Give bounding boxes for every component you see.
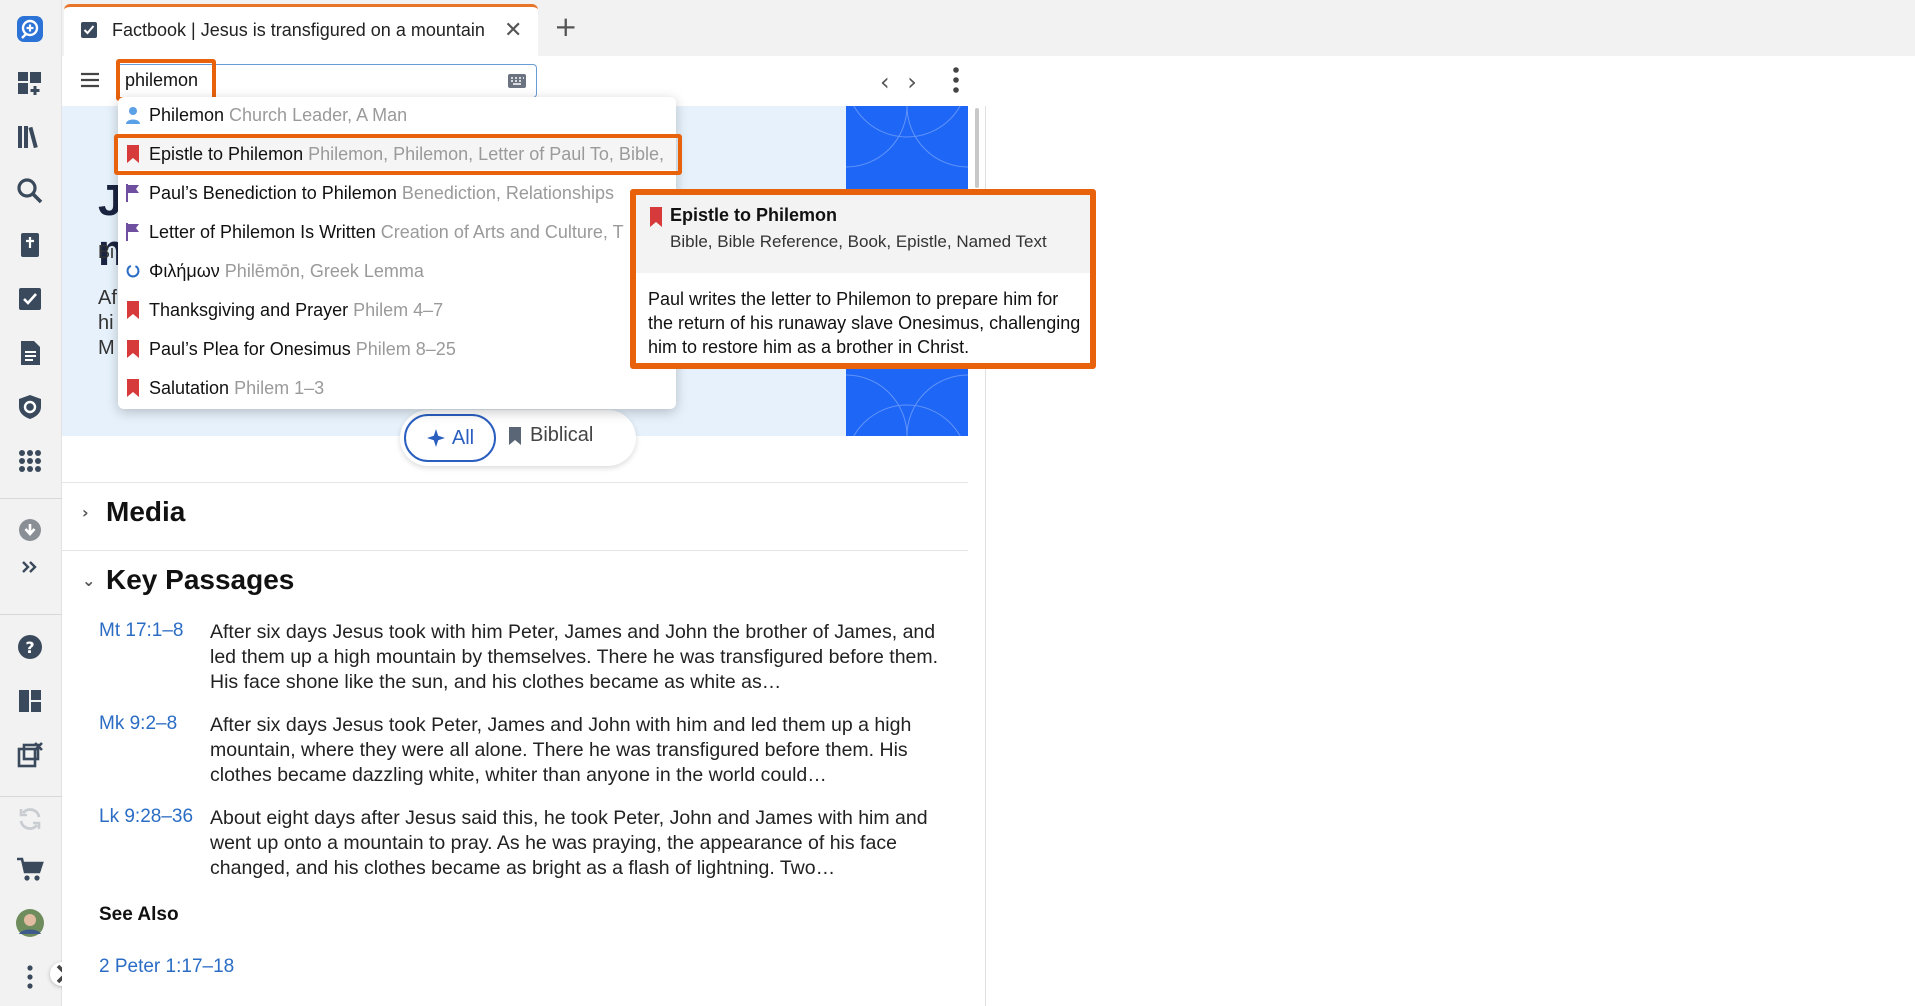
tooltip-header: Epistle to Philemon Bible, Bible Referen… <box>636 195 1090 273</box>
suggestion-item[interactable]: Thanksgiving and Prayer Philem 4–7 <box>118 294 676 326</box>
passage-ref-link[interactable]: Mk 9:2–8 <box>99 713 177 735</box>
red-bookmark-icon <box>126 301 140 319</box>
scrollbar[interactable] <box>975 108 979 188</box>
selected-suggestion-highlight <box>114 134 682 175</box>
sync-icon[interactable] <box>11 800 49 838</box>
suggestion-item[interactable]: Salutation Philem 1–3 <box>118 372 676 404</box>
rail-divider <box>0 498 62 499</box>
tab-title: Factbook | Jesus is transfigured on a mo… <box>112 20 485 40</box>
guides-icon[interactable] <box>11 388 49 426</box>
passage-ref-link[interactable]: Mt 17:1–8 <box>99 620 184 642</box>
logos-home-icon[interactable] <box>11 10 49 48</box>
rail-divider-3 <box>0 796 62 797</box>
forward-button[interactable]: › <box>907 68 917 96</box>
article-subtitle: Bi <box>98 242 115 262</box>
chevron-right-icon: › <box>82 502 89 522</box>
help-icon[interactable]: ? <box>11 628 49 666</box>
menu-icon[interactable] <box>78 68 102 92</box>
more-options-icon[interactable] <box>11 958 49 996</box>
suggestion-preview-tooltip: Epistle to Philemon Bible, Bible Referen… <box>630 189 1096 369</box>
rail-divider-2 <box>0 614 62 615</box>
suggestion-item[interactable]: Φιλήμων Philēmōn, Greek Lemma <box>118 255 676 287</box>
person-icon <box>126 106 140 124</box>
section-key-passages[interactable]: ⌄ Key Passages <box>82 564 294 596</box>
expand-rail-icon[interactable] <box>11 548 49 586</box>
bookmark-icon <box>509 426 521 445</box>
purple-flag-icon <box>126 223 140 241</box>
cart-icon[interactable] <box>11 850 49 888</box>
suggestion-item[interactable]: Letter of Philemon Is Written Creation of… <box>118 216 676 248</box>
see-also-heading: See Also <box>99 904 179 925</box>
passage-row: Lk 9:28–36 About eight days after Jesus … <box>99 806 959 882</box>
purple-flag-icon <box>126 184 140 202</box>
documents-icon[interactable] <box>11 334 49 372</box>
red-bookmark-icon <box>126 340 140 358</box>
query-highlight-box <box>116 59 216 101</box>
avatar[interactable] <box>11 904 49 942</box>
panel-menu-icon[interactable] <box>952 66 960 94</box>
tools-grid-icon[interactable] <box>11 442 49 480</box>
tooltip-description: Paul writes the letter to Philemon to pr… <box>648 289 1081 357</box>
tab-factbook[interactable]: Factbook | Jesus is transfigured on a mo… <box>64 4 538 56</box>
history-nav: ‹ › <box>880 68 917 96</box>
passage-row: Mk 9:2–8 After six days Jesus took Peter… <box>99 713 959 789</box>
tooltip-title: Epistle to Philemon <box>670 205 838 225</box>
passage-text: After six days Jesus took Peter, James a… <box>210 714 912 786</box>
search-icon[interactable] <box>11 172 49 210</box>
back-button[interactable]: ‹ <box>880 68 890 96</box>
passage-text: About eight days after Jesus said this, … <box>210 807 928 879</box>
lemma-icon <box>126 262 140 280</box>
section-media[interactable]: › Media <box>82 496 185 528</box>
dashboard-add-icon[interactable] <box>11 64 49 102</box>
close-panels-icon[interactable] <box>11 736 49 774</box>
tooltip-categories: Bible, Bible Reference, Book, Epistle, N… <box>670 232 1047 251</box>
app-sidebar-rail: ? <box>0 0 74 1006</box>
bible-icon[interactable] <box>11 226 49 264</box>
see-also-link[interactable]: 2 Peter 1:17–18 <box>99 956 234 978</box>
section-divider <box>62 482 968 483</box>
red-bookmark-icon <box>126 379 140 397</box>
suggestion-item[interactable]: Paul’s Plea for Onesimus Philem 8–25 <box>118 333 676 365</box>
factbook-tab-icon <box>81 22 97 38</box>
suggestion-item[interactable]: Paul’s Benediction to Philemon Benedictio… <box>118 177 676 209</box>
passage-text: After six days Jesus took with him Peter… <box>210 621 939 693</box>
passage-row: Mt 17:1–8 After six days Jesus took with… <box>99 620 959 696</box>
suggestion-item[interactable]: Philemon Church Leader, A Man <box>118 99 676 131</box>
section-divider <box>62 550 968 551</box>
download-icon[interactable] <box>11 511 49 549</box>
sparkle-icon <box>426 429 445 447</box>
svg-text:?: ? <box>25 638 34 657</box>
tab-bar: Factbook | Jesus is transfigured on a mo… <box>62 0 1915 56</box>
new-tab-button[interactable]: + <box>554 10 577 43</box>
keyboard-icon[interactable] <box>508 74 526 88</box>
filter-all-button[interactable]: All <box>404 414 496 462</box>
chevron-down-icon: ⌄ <box>82 570 96 590</box>
filter-biblical-button[interactable]: Biblical <box>508 424 593 447</box>
factbook-icon[interactable] <box>11 280 49 318</box>
layouts-icon[interactable] <box>11 682 49 720</box>
filter-pills: All Biblical <box>400 410 636 466</box>
close-tab-icon[interactable]: ✕ <box>504 17 522 43</box>
red-bookmark-icon <box>650 207 662 227</box>
passage-ref-link[interactable]: Lk 9:28–36 <box>99 806 193 828</box>
library-icon[interactable] <box>11 118 49 156</box>
